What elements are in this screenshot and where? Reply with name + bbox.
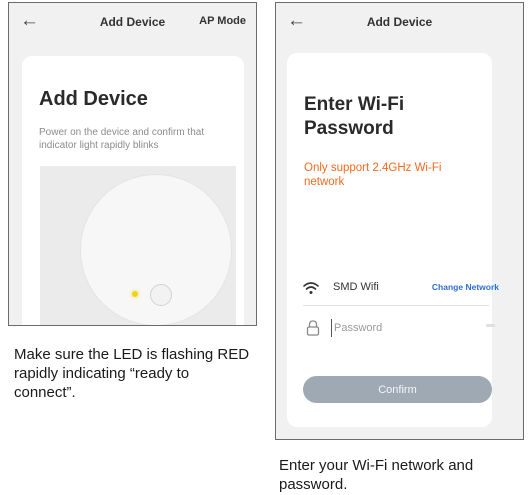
app-header: ← Add Device bbox=[276, 3, 523, 43]
add-device-screen: ← Add Device AP Mode Add Device Power on… bbox=[8, 2, 257, 326]
wifi-card: Enter Wi-Fi Password Only support 2.4GHz… bbox=[287, 53, 499, 427]
divider bbox=[303, 305, 489, 306]
confirm-button[interactable]: Confirm bbox=[303, 376, 492, 403]
password-row bbox=[303, 317, 495, 341]
led-indicator-icon bbox=[132, 291, 138, 297]
password-input[interactable] bbox=[331, 319, 454, 337]
app-header: ← Add Device AP Mode bbox=[9, 3, 256, 43]
ap-mode-link[interactable]: AP Mode bbox=[199, 15, 246, 27]
card-title: Enter Wi-Fi Password bbox=[304, 94, 405, 139]
support-note: Only support 2.4GHz Wi-Fi network bbox=[304, 162, 442, 188]
lock-icon bbox=[306, 320, 320, 336]
wifi-network-row: SMD Wifi Change Network bbox=[303, 277, 499, 301]
card-title: Add Device bbox=[39, 88, 148, 110]
caption-wifi-instruction: Enter your Wi-Fi network and password. bbox=[279, 457, 474, 493]
device-illustration bbox=[40, 166, 236, 325]
wifi-icon bbox=[303, 282, 319, 294]
header-title: Add Device bbox=[366, 15, 433, 29]
device-button-icon bbox=[150, 284, 172, 306]
wifi-network-name: SMD Wifi bbox=[333, 281, 379, 293]
change-network-link[interactable]: Change Network bbox=[432, 282, 499, 292]
card-description: Power on the device and confirm that ind… bbox=[39, 127, 205, 151]
caption-led-instruction: Make sure the LED is flashing RED rapidl… bbox=[14, 346, 250, 401]
show-password-icon[interactable] bbox=[486, 324, 495, 327]
instruction-card: Add Device Power on the device and confi… bbox=[22, 56, 244, 325]
wifi-password-screen: ← Add Device Enter Wi-Fi Password Only s… bbox=[275, 2, 524, 440]
